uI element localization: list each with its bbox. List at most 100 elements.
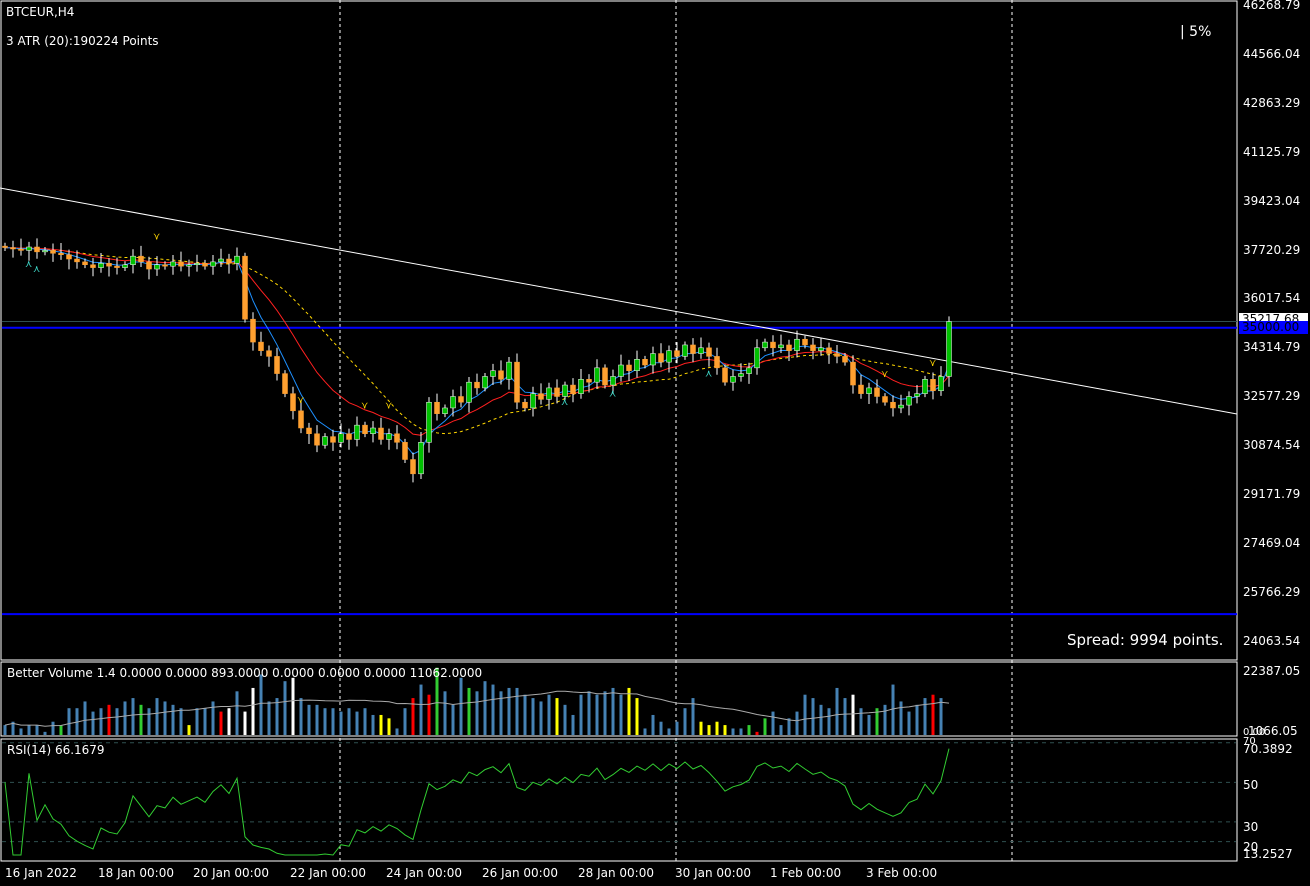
volume-bar [899, 701, 903, 735]
volume-bar [187, 725, 191, 735]
candle-body [370, 427, 376, 434]
volume-bar [59, 725, 63, 735]
volume-bar [139, 704, 143, 735]
candle-body [250, 318, 256, 343]
volume-bar [843, 698, 847, 735]
candle-body [386, 433, 392, 440]
ema-fast-line [4, 247, 950, 455]
candle-body [330, 436, 336, 443]
volume-bar [419, 684, 423, 735]
candle-body [114, 265, 120, 268]
time-axis-label: 24 Jan 00:00 [386, 866, 462, 880]
volume-bar [107, 704, 111, 735]
candle-body [578, 379, 584, 394]
candle-body [418, 442, 424, 475]
candle-body [586, 379, 592, 383]
candle-body [922, 379, 928, 394]
volume-bar [579, 694, 583, 735]
volume-bar [155, 698, 159, 735]
volume-bar [539, 701, 543, 735]
volume-bar [667, 728, 671, 735]
volume-bar [675, 721, 679, 735]
candle-body [58, 253, 64, 255]
price-axis-label: 37720.29 [1243, 242, 1301, 257]
volume-bar [211, 701, 215, 735]
volume-bar [547, 694, 551, 735]
candle-body [26, 246, 32, 251]
volume-bar [43, 731, 47, 735]
volume-bar [203, 708, 207, 735]
candle-body [34, 246, 40, 253]
candle-body [722, 367, 728, 383]
rsi-axis-min: 13.2527 [1243, 847, 1293, 861]
rsi-line [4, 748, 950, 856]
price-chart[interactable]: ⋏ ⋏⋎⋎⋎ ⋎ ⋏⋏⋏ ⋎⋎ [0, 0, 1310, 886]
volume-indicator-title: Better Volume 1.4 0.0000 0.0000 893.0000… [7, 666, 483, 680]
volume-bar [163, 701, 167, 735]
candle-body [938, 376, 944, 392]
volume-bar [51, 721, 55, 735]
volume-bar [747, 725, 751, 735]
candle-body [466, 381, 472, 403]
candle-body [786, 344, 792, 351]
volume-bar [171, 704, 175, 735]
volume-bar [587, 691, 591, 735]
volume-bar [811, 698, 815, 735]
volume-bar [627, 687, 631, 735]
volume-bar [291, 677, 295, 735]
volume-bar [299, 698, 303, 735]
volume-axis-max: 22387.05 [1243, 664, 1301, 678]
volume-bar [91, 711, 95, 735]
candle-body [594, 367, 600, 383]
price-axis-label: 30874.54 [1243, 438, 1301, 453]
volume-bar [803, 694, 807, 735]
volume-bar [787, 718, 791, 735]
volume-bar [131, 698, 135, 735]
volume-bar [371, 714, 375, 735]
candle-body [714, 356, 720, 369]
candle-body [218, 258, 224, 263]
candle-body [506, 361, 512, 380]
price-axis-label: 39423.04 [1243, 193, 1301, 208]
candle-body [410, 459, 416, 475]
arrow-down-icon: ⋎ [929, 358, 936, 369]
candle-body [610, 376, 616, 386]
time-axis-label: 26 Jan 00:00 [482, 866, 558, 880]
volume-bar [683, 708, 687, 735]
rsi-axis-max: 70.3892 [1243, 742, 1293, 756]
volume-bar [619, 694, 623, 735]
rsi-axis-50: 50 [1243, 778, 1259, 792]
candle-body [242, 255, 248, 320]
volume-bar [755, 731, 759, 735]
time-axis-label: 22 Jan 00:00 [290, 866, 366, 880]
volume-bar [323, 708, 327, 735]
candle-body [858, 384, 864, 394]
candle-body [906, 396, 912, 406]
volume-bar [283, 681, 287, 735]
volume-bar [611, 687, 615, 735]
candle-body [186, 264, 192, 267]
candle-body [442, 407, 448, 414]
volume-bar [571, 714, 575, 735]
candle-body [450, 396, 456, 409]
volume-bar [819, 704, 823, 735]
arrow-up-icon: ⋏ [25, 259, 32, 270]
candle-body [394, 433, 400, 443]
volume-bar [795, 711, 799, 735]
candle-body [98, 263, 104, 268]
volume-bar [35, 725, 39, 735]
candle-body [474, 381, 480, 389]
candle-body [226, 258, 232, 264]
candle-body [674, 350, 680, 357]
candle-body [626, 364, 632, 371]
volume-bar [771, 711, 775, 735]
volume-bar [851, 694, 855, 735]
volume-bar [779, 725, 783, 735]
candle-body [50, 250, 56, 254]
candle-body [210, 261, 216, 267]
candle-body [314, 433, 320, 446]
atr-label: 3 ATR (20):190224 Points [6, 34, 159, 48]
candle-body [546, 387, 552, 400]
candle-body [738, 373, 744, 377]
volume-bar [523, 694, 527, 735]
